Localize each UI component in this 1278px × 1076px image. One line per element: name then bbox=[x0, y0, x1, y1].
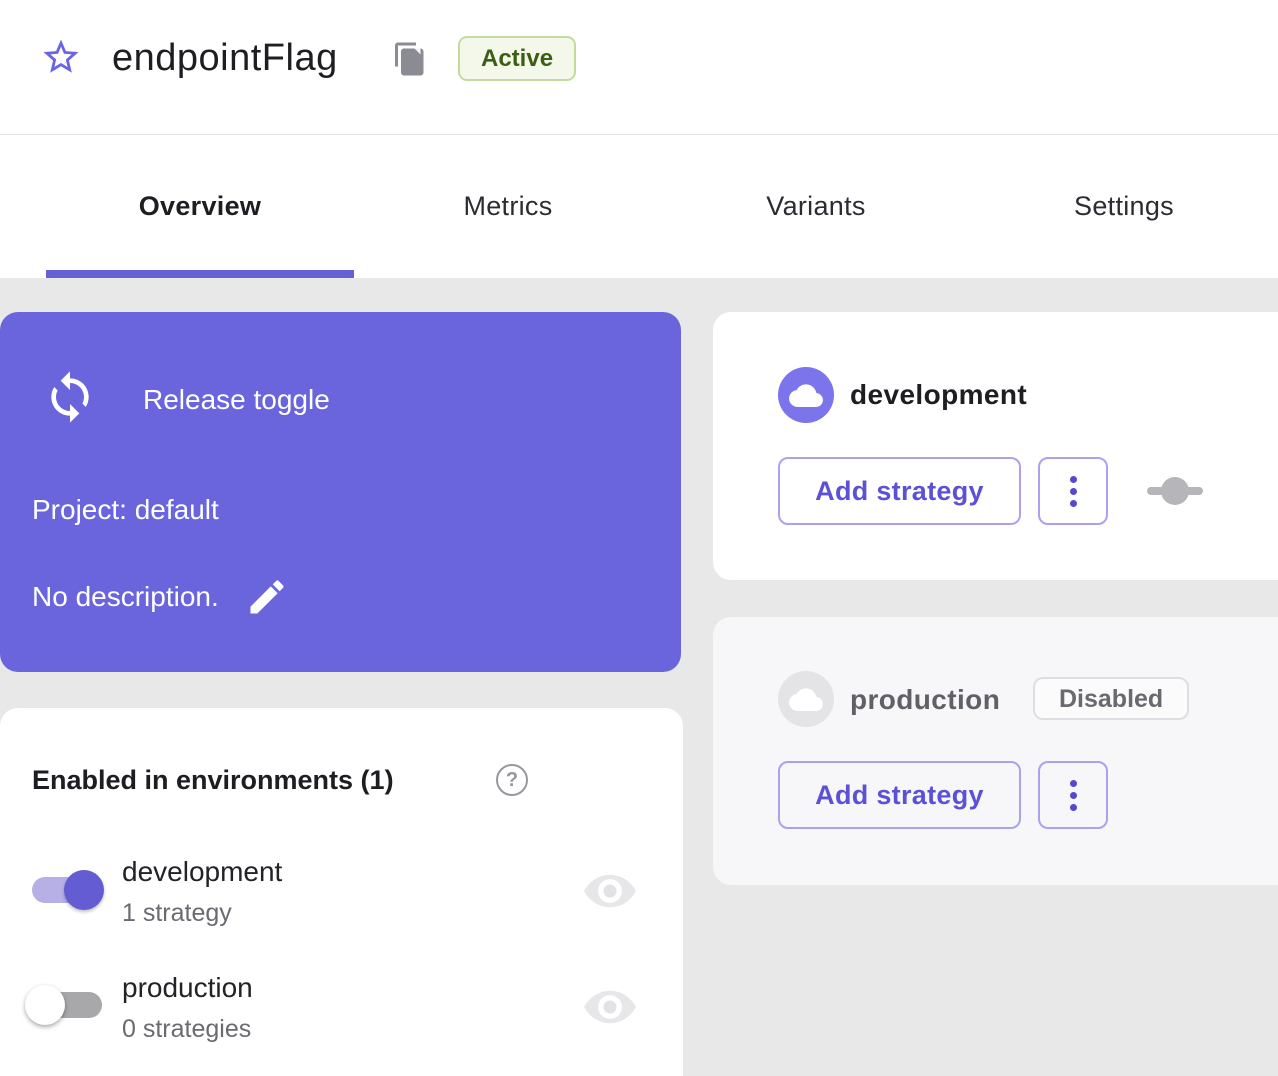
environment-card-development: development Add strategy bbox=[713, 312, 1278, 580]
description-label: No description. bbox=[32, 579, 219, 615]
content-area: Release toggle Project: default No descr… bbox=[0, 278, 1278, 1076]
flag-type-label: Release toggle bbox=[143, 382, 330, 418]
page-header: endpointFlag Active bbox=[0, 0, 1278, 135]
kebab-icon bbox=[1070, 780, 1077, 787]
content-copy-icon bbox=[392, 40, 428, 78]
enabled-environments-title: Enabled in environments (1) bbox=[32, 760, 394, 800]
tab-variants-label: Variants bbox=[766, 191, 865, 222]
favorite-star-icon[interactable] bbox=[40, 36, 82, 78]
tab-metrics-label: Metrics bbox=[463, 191, 552, 222]
copy-name-icon[interactable] bbox=[392, 40, 428, 78]
project-label: Project: default bbox=[32, 492, 219, 528]
tab-settings-label: Settings bbox=[1074, 191, 1174, 222]
page-title: endpointFlag bbox=[112, 34, 338, 82]
toggle-row-name: production bbox=[122, 970, 253, 1006]
disabled-badge: Disabled bbox=[1033, 677, 1189, 720]
kebab-icon bbox=[1070, 476, 1077, 483]
toggle-row-name: development bbox=[122, 854, 282, 890]
environment-menu-button-development[interactable] bbox=[1038, 457, 1108, 525]
edit-description-button[interactable] bbox=[245, 575, 289, 619]
tab-variants[interactable]: Variants bbox=[662, 135, 970, 278]
environment-name: development bbox=[850, 377, 1027, 413]
tab-overview[interactable]: Overview bbox=[46, 135, 354, 278]
tab-bar: Overview Metrics Variants Settings bbox=[0, 135, 1278, 278]
add-strategy-button-production[interactable]: Add strategy bbox=[778, 761, 1021, 829]
visibility-eye-icon-production[interactable] bbox=[584, 988, 636, 1026]
star-outline-icon bbox=[40, 36, 82, 78]
toggle-row-strategies: 0 strategies bbox=[122, 1014, 251, 1044]
enabled-environments-card: Enabled in environments (1) ? developmen… bbox=[0, 708, 683, 1076]
tab-metrics[interactable]: Metrics bbox=[354, 135, 662, 278]
tab-settings[interactable]: Settings bbox=[970, 135, 1278, 278]
visibility-eye-icon-development[interactable] bbox=[584, 872, 636, 910]
pencil-icon bbox=[245, 575, 289, 619]
help-icon[interactable]: ? bbox=[496, 764, 528, 796]
active-tab-indicator bbox=[46, 270, 354, 278]
cloud-icon bbox=[778, 671, 834, 727]
toggle-row-strategies: 1 strategy bbox=[122, 898, 232, 928]
cloud-icon bbox=[778, 367, 834, 423]
environment-name: production bbox=[850, 682, 1000, 718]
tab-overview-label: Overview bbox=[139, 191, 261, 222]
flag-summary-card: Release toggle Project: default No descr… bbox=[0, 312, 681, 672]
strategy-slider-icon bbox=[1147, 477, 1203, 505]
add-strategy-button-development[interactable]: Add strategy bbox=[778, 457, 1021, 525]
environment-menu-button-production[interactable] bbox=[1038, 761, 1108, 829]
environment-card-production: production Disabled Add strategy bbox=[713, 617, 1278, 885]
release-toggle-loop-icon bbox=[42, 364, 98, 435]
status-badge: Active bbox=[458, 36, 576, 81]
